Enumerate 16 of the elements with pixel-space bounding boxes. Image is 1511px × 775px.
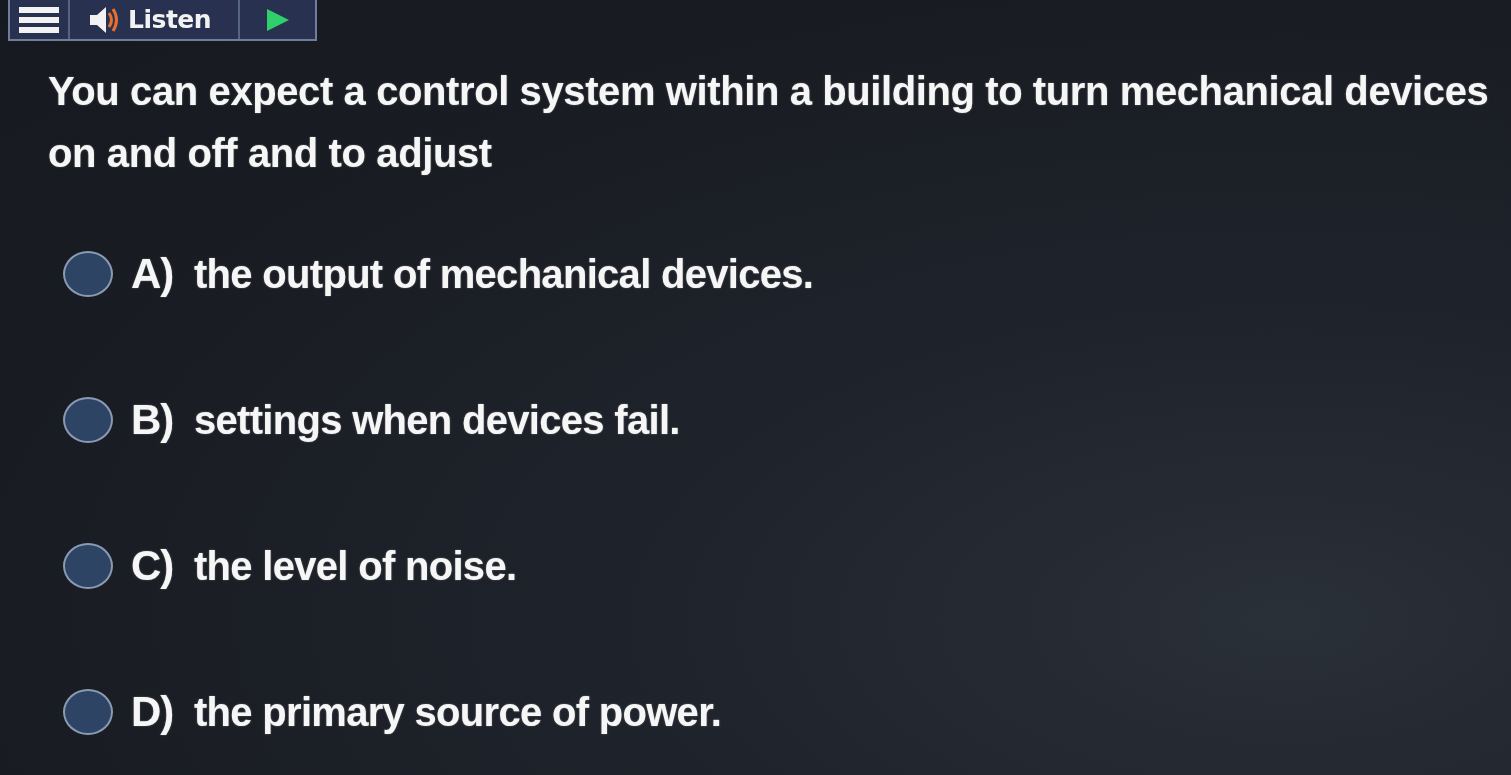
option-letter: C) xyxy=(131,542,175,590)
radio-button[interactable] xyxy=(63,543,113,589)
option-letter: D) xyxy=(131,688,175,736)
menu-icon xyxy=(19,6,59,33)
question-text: You can expect a control system within a building to turn mechanical devices on and off and to adjust xyxy=(48,68,1490,177)
radio-button[interactable] xyxy=(63,689,113,735)
radio-button[interactable] xyxy=(63,251,113,297)
option-letter: A) xyxy=(131,250,175,298)
option-letter: B) xyxy=(131,396,175,444)
play-icon xyxy=(266,8,289,31)
option-text: the level of noise. xyxy=(194,543,517,589)
radio-button[interactable] xyxy=(63,397,113,443)
option-text: the output of mechanical devices. xyxy=(194,251,814,297)
option-text: settings when devices fail. xyxy=(194,397,680,443)
option-text: the primary source of power. xyxy=(194,689,722,735)
speaker-icon xyxy=(90,6,120,33)
